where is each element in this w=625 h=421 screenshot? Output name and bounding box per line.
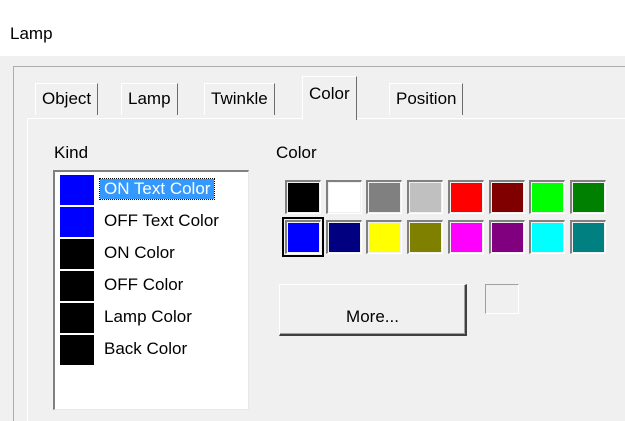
palette-swatch-fill [369, 223, 401, 252]
tab-lamp[interactable]: Lamp [121, 83, 178, 115]
kind-label: Kind [54, 143, 89, 162]
palette-swatch[interactable] [447, 180, 484, 214]
list-item[interactable]: Back Color [60, 335, 246, 365]
palette-swatch-fill [288, 223, 319, 252]
list-item-label: Lamp Color [104, 307, 192, 326]
palette-swatch-fill [369, 183, 401, 212]
title-bar: Lamp [0, 0, 625, 56]
palette-swatch-fill [532, 223, 564, 252]
color-swatch [60, 175, 94, 205]
list-item-label: ON Color [104, 243, 175, 262]
palette-swatch[interactable] [407, 180, 444, 214]
tab-position[interactable]: Position [389, 83, 464, 115]
color-label: Color [276, 143, 317, 162]
list-item-label: OFF Text Color [104, 211, 219, 230]
palette-swatch[interactable] [569, 220, 606, 254]
palette-swatch-fill [572, 183, 604, 212]
color-swatch [60, 239, 94, 269]
palette-swatch[interactable] [366, 180, 403, 214]
palette-swatch[interactable] [447, 220, 484, 254]
palette-swatch[interactable] [529, 180, 566, 214]
list-item[interactable]: OFF Text Color [60, 207, 246, 237]
tab-object[interactable]: Object [35, 83, 99, 115]
list-item[interactable]: ON Color [60, 239, 246, 269]
color-preview-box [485, 284, 519, 314]
color-swatch [60, 303, 94, 333]
palette-swatch-fill [491, 223, 523, 252]
color-swatch [60, 271, 94, 301]
tab-twinkle[interactable]: Twinkle [204, 83, 275, 115]
palette-swatch[interactable] [407, 220, 444, 254]
palette-swatch-fill [450, 223, 482, 252]
palette-swatch-fill [328, 223, 360, 252]
window-title: Lamp [10, 24, 53, 43]
palette-swatch-fill [288, 183, 319, 212]
palette-swatch[interactable] [282, 217, 324, 257]
more-colors-button[interactable]: More... [279, 284, 467, 336]
tab-label: Lamp [128, 89, 171, 108]
tab-label: Position [396, 89, 457, 108]
palette-swatch[interactable] [325, 220, 362, 254]
palette-swatch[interactable] [488, 220, 525, 254]
palette-swatch-fill [328, 183, 360, 212]
color-swatch [60, 335, 94, 365]
palette-swatch-fill [532, 183, 564, 212]
list-item[interactable]: ON Text Color [60, 175, 246, 205]
tab-label: Twinkle [211, 89, 268, 108]
palette-swatch[interactable] [529, 220, 566, 254]
tab-label: Color [309, 84, 350, 103]
list-item-label: ON Text Color [98, 178, 216, 200]
tab-label: Object [42, 89, 92, 108]
palette-swatch-fill [450, 183, 482, 212]
palette-swatch-fill [572, 223, 604, 252]
palette-swatch-fill [491, 183, 523, 212]
palette-swatch-fill [410, 223, 442, 252]
list-item[interactable]: Lamp Color [60, 303, 246, 333]
color-swatch [60, 207, 94, 237]
palette-swatch[interactable] [325, 180, 362, 214]
list-item-label: Back Color [104, 339, 188, 358]
list-item[interactable]: OFF Color [60, 271, 246, 301]
lamp-dialog: Lamp Object Lamp Twinkle Color Position … [0, 0, 625, 421]
palette-swatch[interactable] [285, 180, 321, 214]
list-item-label: OFF Color [104, 275, 184, 294]
palette-swatch[interactable] [569, 180, 606, 214]
palette-swatch[interactable] [366, 220, 403, 254]
palette-swatch[interactable] [488, 180, 525, 214]
tab-color[interactable]: Color [302, 76, 357, 120]
palette-swatch-fill [410, 183, 442, 212]
kind-listbox[interactable]: ON Text Color OFF Text Color ON Color OFF C… [53, 170, 249, 410]
